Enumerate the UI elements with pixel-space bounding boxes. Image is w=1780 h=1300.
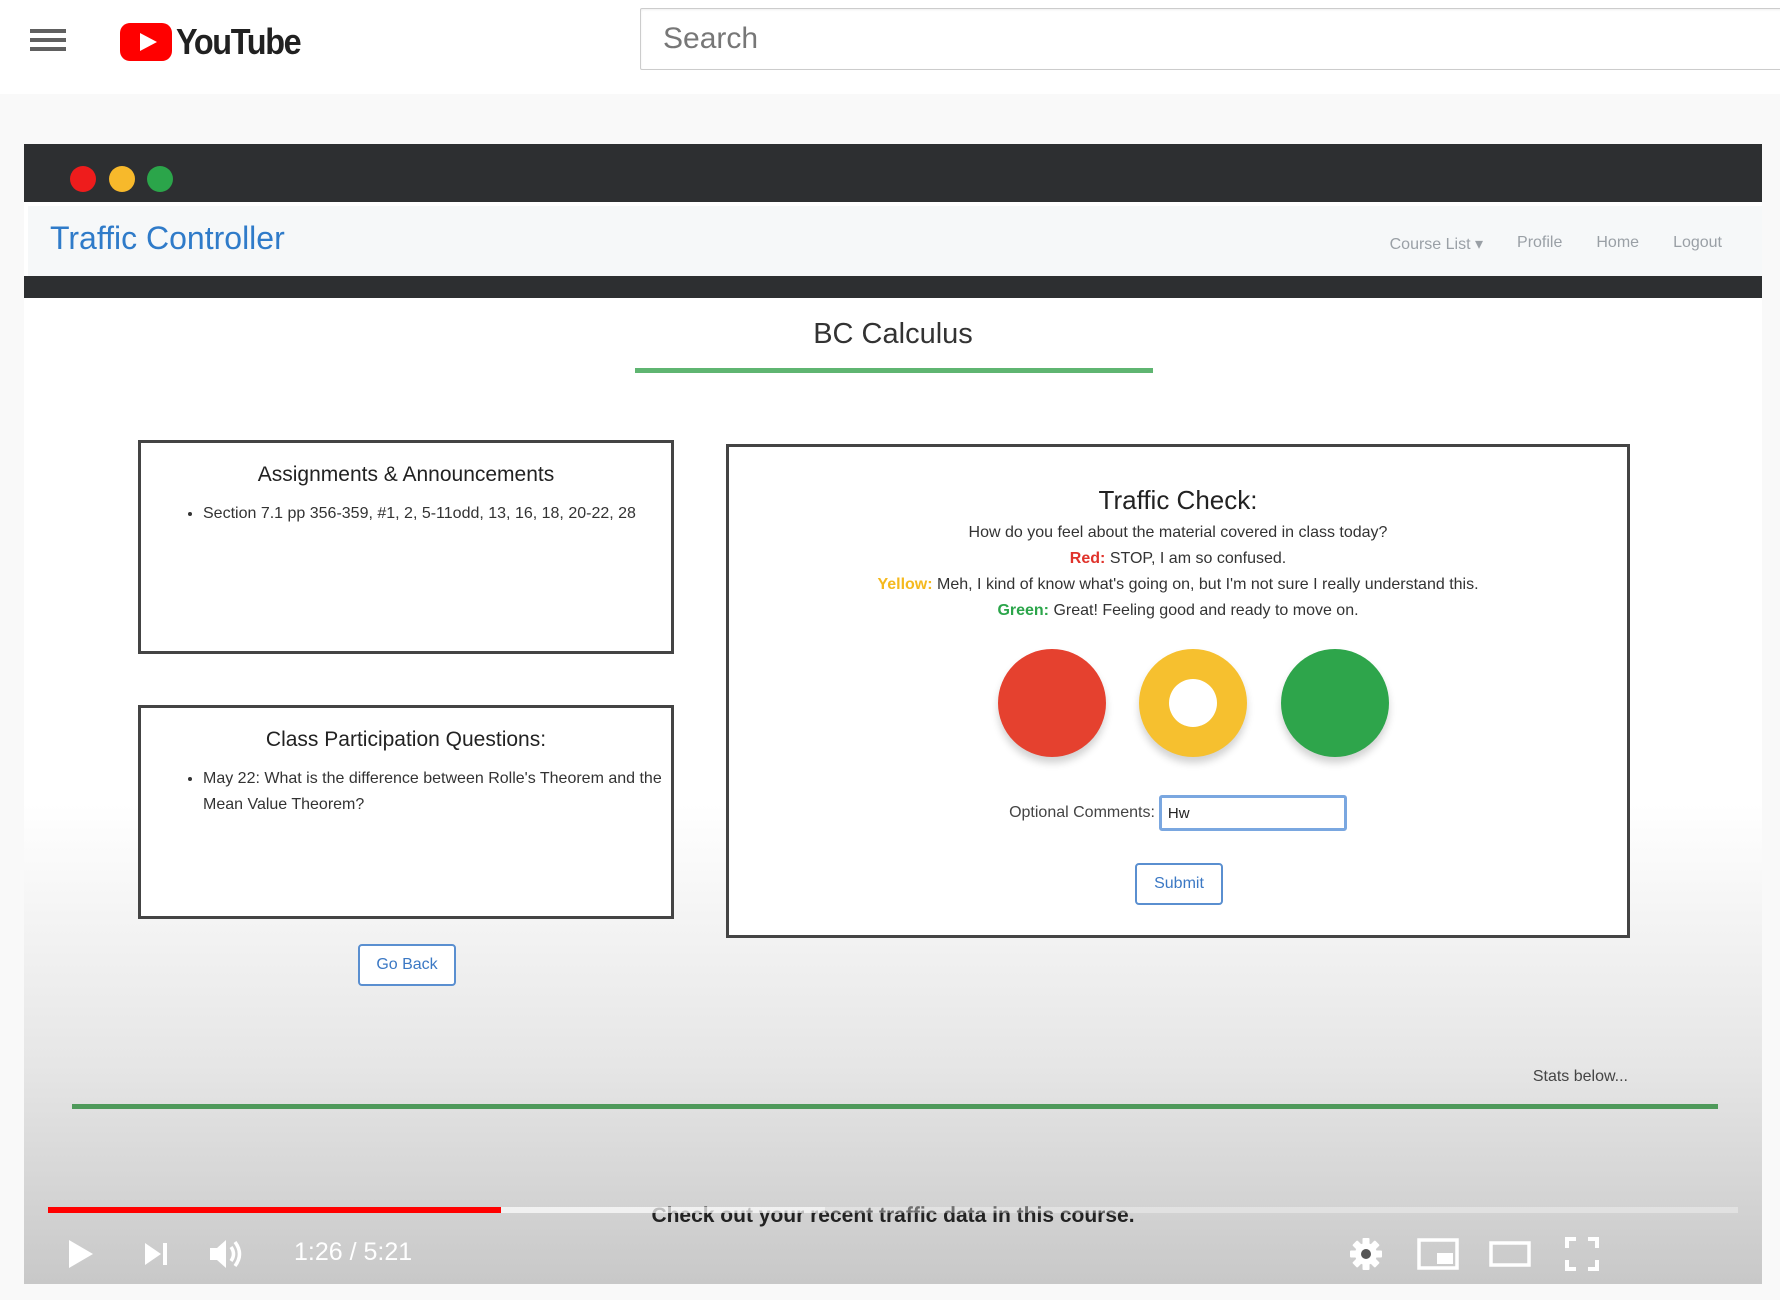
- nav-logout: Logout: [1673, 234, 1722, 251]
- skip-next-icon: [145, 1243, 167, 1265]
- player-controls: 1:26 / 5:21: [24, 1224, 1762, 1284]
- menu-icon[interactable]: [28, 24, 68, 56]
- settings-button[interactable]: [1336, 1224, 1396, 1284]
- fullscreen-icon: [1565, 1237, 1599, 1271]
- fullscreen-button[interactable]: [1552, 1224, 1612, 1284]
- theater-mode-icon: [1489, 1241, 1531, 1267]
- traffic-check-panel: Traffic Check: How do you feel about the…: [726, 444, 1630, 938]
- miniplayer-button[interactable]: [1408, 1224, 1468, 1284]
- traffic-check-title: Traffic Check:: [1098, 485, 1258, 515]
- minimize-dot-icon: [109, 166, 135, 192]
- youtube-logo[interactable]: YouTube: [120, 21, 314, 62]
- traffic-prompt: How do you feel about the material cover…: [968, 524, 1388, 541]
- go-back-button: Go Back: [358, 944, 456, 986]
- progress-bar[interactable]: [48, 1207, 1738, 1213]
- youtube-logo-text: YouTube: [176, 21, 302, 62]
- assignments-panel: Assignments & Announcements Section 7.1 …: [138, 440, 674, 654]
- red-text: STOP, I am so confused.: [1109, 550, 1287, 567]
- section-divider: [72, 1104, 1718, 1109]
- app-nav-links: Course List ▾ Profile Home Logout: [1390, 234, 1722, 254]
- nav-course-list: Course List ▾: [1389, 236, 1484, 253]
- submit-button: Submit: [1135, 863, 1223, 905]
- maximize-dot-icon: [147, 166, 173, 192]
- play-icon: [69, 1240, 93, 1268]
- nav-home: Home: [1596, 234, 1640, 251]
- nav-profile: Profile: [1517, 234, 1563, 251]
- questions-panel: Class Participation Questions: May 22: W…: [138, 705, 674, 919]
- app-navbar: Traffic Controller Course List ▾ Profile…: [28, 206, 1762, 282]
- stats-text: Stats below...: [1532, 1068, 1628, 1085]
- yellow-label: Yellow:: [877, 576, 933, 593]
- volume-icon: [210, 1240, 242, 1268]
- masthead: YouTube: [0, 0, 1780, 94]
- assignments-title: Assignments & Announcements: [257, 463, 555, 486]
- time-display: 1:26 / 5:21: [294, 1238, 413, 1266]
- app-brand: Traffic Controller: [50, 220, 285, 256]
- red-light-option: [998, 649, 1106, 757]
- search-box[interactable]: [640, 8, 1780, 70]
- comments-field: [1158, 795, 1347, 831]
- yellow-description: Yellow: Meh, I kind of know what's going…: [729, 576, 1627, 594]
- play-button[interactable]: [50, 1224, 110, 1284]
- green-light-option: [1281, 649, 1389, 757]
- title-underline: [635, 368, 1153, 373]
- green-description: Green: Great! Feeling good and ready to …: [729, 602, 1627, 620]
- green-text: Great! Feeling good and ready to move on…: [1053, 602, 1359, 619]
- questions-title: Class Participation Questions:: [265, 728, 547, 751]
- theater-mode-button[interactable]: [1480, 1224, 1540, 1284]
- comments-row: Optional Comments:: [729, 795, 1627, 831]
- green-label: Green:: [997, 602, 1050, 619]
- miniplayer-icon: [1417, 1238, 1459, 1270]
- divider: [24, 276, 1762, 298]
- video-frame: Traffic Controller Course List ▾ Profile…: [24, 144, 1762, 1284]
- red-label: Red:: [1069, 550, 1106, 567]
- red-description: Red: STOP, I am so confused.: [729, 550, 1627, 568]
- list-item: May 22: What is the difference between R…: [203, 766, 671, 818]
- yellow-text: Meh, I kind of know what's going on, but…: [937, 576, 1479, 593]
- video-player[interactable]: Traffic Controller Course List ▾ Profile…: [24, 144, 1762, 1284]
- gear-icon: [1350, 1238, 1382, 1270]
- next-button[interactable]: [126, 1224, 186, 1284]
- browser-titlebar: [24, 144, 1762, 202]
- comments-label: Optional Comments:: [1009, 804, 1155, 821]
- list-item: Section 7.1 pp 356-359, #1, 2, 5-11odd, …: [203, 501, 671, 527]
- search-input[interactable]: [641, 9, 1780, 69]
- close-dot-icon: [70, 166, 96, 192]
- page-title: BC Calculus: [813, 318, 973, 350]
- volume-button[interactable]: [196, 1224, 256, 1284]
- youtube-play-icon: [120, 23, 172, 61]
- progress-played: [48, 1207, 501, 1213]
- yellow-light-option-selected: [1139, 649, 1247, 757]
